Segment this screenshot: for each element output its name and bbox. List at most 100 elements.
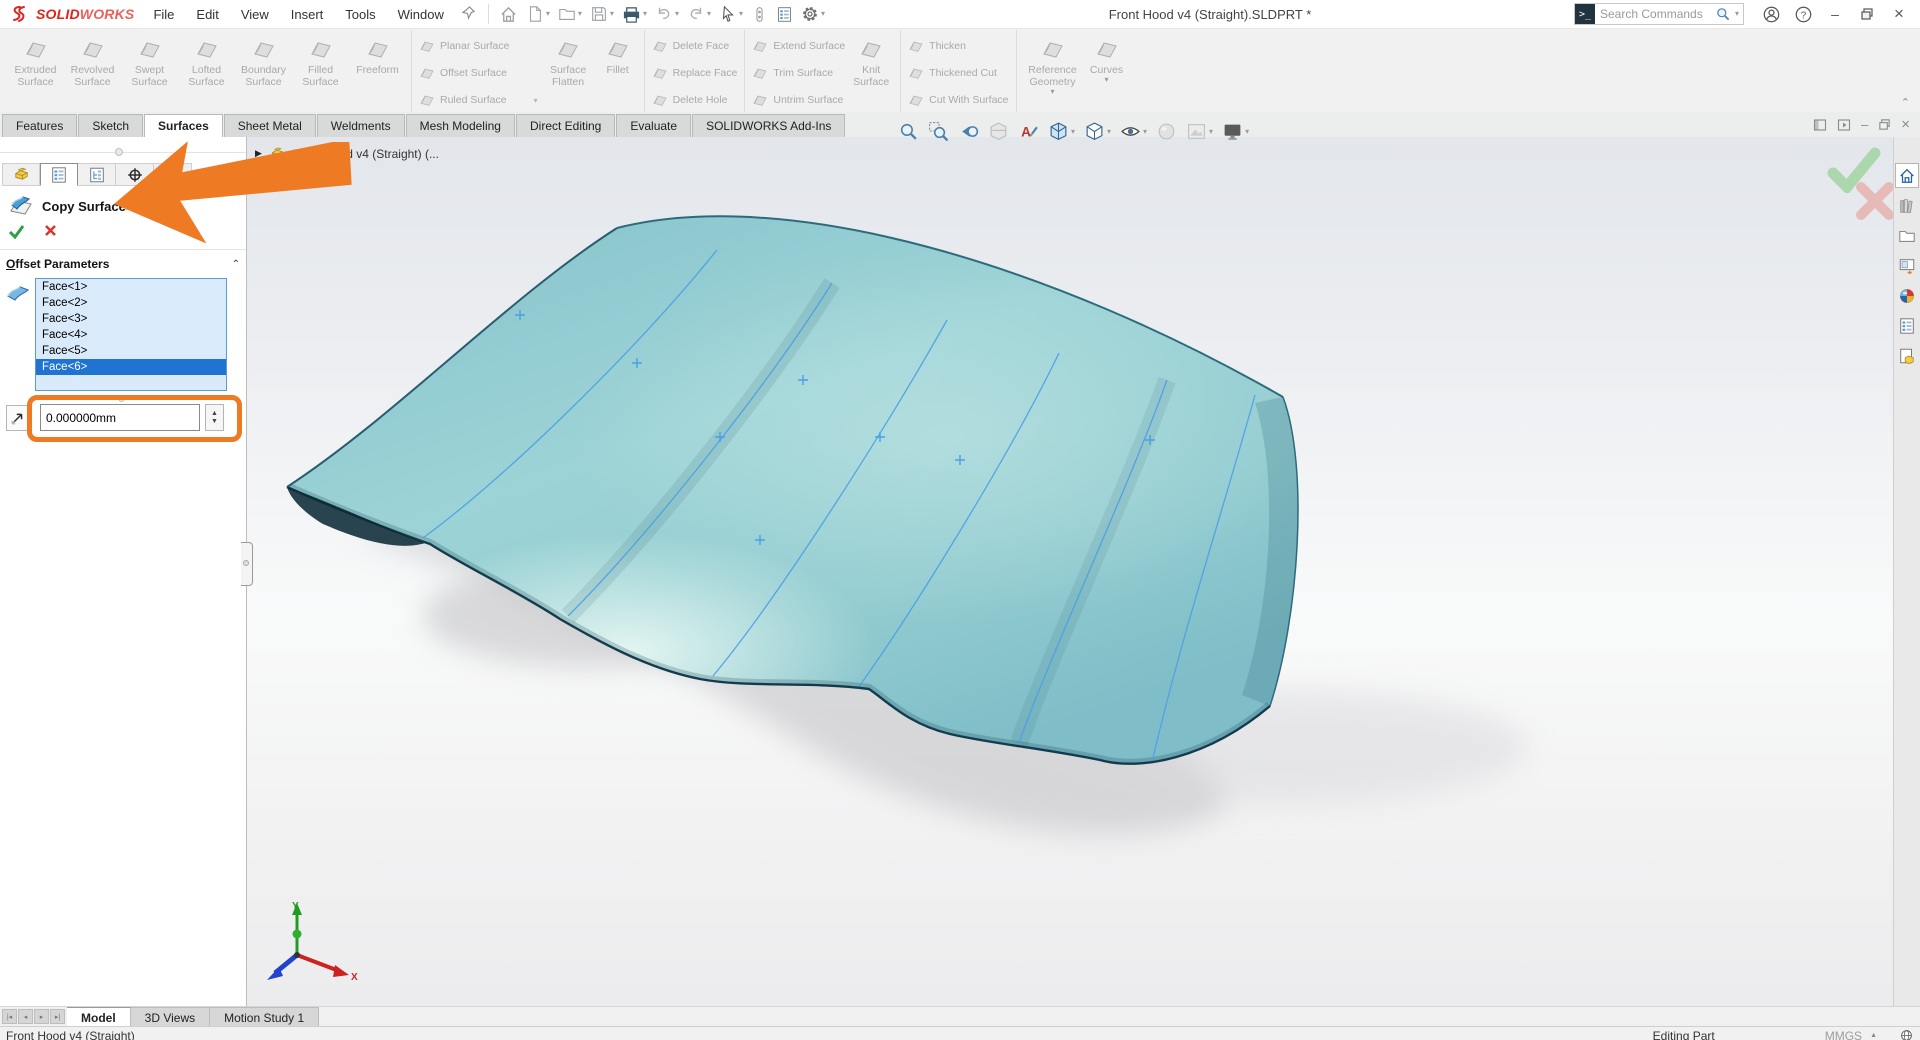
tab-solidworks-addins[interactable]: SOLIDWORKS Add-Ins	[692, 114, 845, 137]
save-button[interactable]: ▾	[586, 3, 618, 25]
cut-with-surface-button[interactable]: Cut With Surface	[908, 89, 1008, 111]
file-explorer-icon[interactable]	[1895, 223, 1919, 248]
planar-surface-button[interactable]: Planar Surface	[419, 35, 538, 57]
section-view-button[interactable]	[985, 119, 1012, 144]
menu-tools[interactable]: Tools	[334, 7, 386, 22]
zoom-to-fit-button[interactable]	[895, 119, 922, 144]
fillet-button[interactable]: Fillet	[597, 32, 639, 76]
motion-study-tab[interactable]: Motion Study 1	[210, 1007, 319, 1026]
graphics-area[interactable]: ▶ Front Hood v4 (Straight) (... Y X	[247, 137, 1893, 1006]
offset-surface-button[interactable]: Offset Surface	[419, 62, 538, 84]
menu-file[interactable]: File	[142, 7, 185, 22]
extend-surface-button[interactable]: Extend Surface	[752, 35, 845, 57]
breadcrumb[interactable]: ▶ Front Hood v4 (Straight) (...	[255, 145, 439, 162]
tab-evaluate[interactable]: Evaluate	[616, 114, 691, 137]
panel-width-grip[interactable]	[241, 542, 253, 586]
tab-scroll-next-icon[interactable]: ▸	[34, 1009, 49, 1024]
panel-splitter-handle[interactable]	[115, 148, 123, 156]
offset-parameters-header[interactable]: Offset Parameters ⌃	[6, 257, 240, 271]
annotation-views-button[interactable]	[1015, 119, 1042, 144]
configuration-manager-tab[interactable]	[78, 163, 116, 186]
curves-button[interactable]: Curves▾	[1084, 32, 1130, 84]
restore-button[interactable]	[1852, 2, 1882, 26]
tab-weldments[interactable]: Weldments	[317, 114, 405, 137]
replace-face-button[interactable]: Replace Face	[652, 62, 738, 84]
face-selection-list[interactable]: Face<1> Face<2> Face<3> Face<4> Face<5> …	[35, 278, 227, 391]
tab-scroll-last-icon[interactable]: ▸|	[50, 1009, 65, 1024]
new-document-button[interactable]: ▾	[522, 3, 554, 25]
pane-layout-icon[interactable]	[1813, 118, 1827, 132]
tab-mesh-modeling[interactable]: Mesh Modeling	[406, 114, 515, 137]
ok-check-button[interactable]	[8, 223, 25, 239]
display-manager-tab[interactable]	[154, 163, 192, 186]
face-list-item[interactable]: Face<2>	[36, 295, 226, 311]
list-resize-handle[interactable]	[118, 395, 125, 402]
tab-sheet-metal[interactable]: Sheet Metal	[224, 114, 316, 137]
boundary-surface-button[interactable]: Boundary Surface	[235, 32, 292, 88]
panel-flyout-icon[interactable]: ▶	[237, 167, 244, 178]
tab-sketch[interactable]: Sketch	[78, 114, 143, 137]
help-button[interactable]	[1788, 2, 1818, 26]
knit-surface-button[interactable]: Knit Surface	[847, 32, 895, 88]
zoom-to-area-button[interactable]	[925, 119, 952, 144]
home-button[interactable]	[495, 3, 522, 26]
ribbon-collapse-icon[interactable]: ⌃	[1901, 98, 1910, 108]
hide-show-items-button[interactable]: ▾	[1117, 119, 1150, 144]
face-list-item-selected[interactable]: Face<6>	[36, 359, 226, 375]
undo-button[interactable]: ▾	[651, 3, 683, 25]
redo-button[interactable]: ▾	[683, 3, 715, 25]
offset-distance-stepper[interactable]: ▲▼	[205, 404, 224, 431]
freeform-button[interactable]: Freeform	[349, 32, 406, 76]
lofted-surface-button[interactable]: Lofted Surface	[178, 32, 235, 88]
face-list-item[interactable]: Face<5>	[36, 343, 226, 359]
feature-manager-tab[interactable]	[2, 163, 40, 186]
open-button[interactable]: ▾	[554, 3, 586, 25]
pin-menu-icon[interactable]	[461, 5, 476, 23]
face-list-item[interactable]: Face<4>	[36, 327, 226, 343]
menu-insert[interactable]: Insert	[280, 7, 335, 22]
menu-edit[interactable]: Edit	[185, 7, 229, 22]
extruded-surface-button[interactable]: Extruded Surface	[7, 32, 64, 88]
appearances-icon[interactable]	[1895, 283, 1919, 308]
thickened-cut-button[interactable]: Thickened Cut	[908, 62, 1008, 84]
document-preview-icon[interactable]	[1895, 343, 1919, 368]
search-icon[interactable]	[1715, 6, 1731, 22]
flip-offset-direction-button[interactable]	[6, 405, 30, 431]
pane-expand-icon[interactable]	[1837, 118, 1851, 132]
face-list-item[interactable]: Face<3>	[36, 311, 226, 327]
surface-flatten-button[interactable]: Surface Flatten	[540, 32, 597, 88]
options-gear-button[interactable]: ▾	[797, 3, 829, 25]
face-list-item[interactable]: Face<1>	[36, 279, 226, 295]
cancel-x-button[interactable]	[43, 223, 58, 238]
search-input[interactable]	[1595, 7, 1715, 21]
status-globe-icon[interactable]	[1899, 1028, 1914, 1040]
curves-dropdown-icon[interactable]: ▾	[1105, 76, 1109, 84]
display-style-button[interactable]: ▾	[1081, 119, 1114, 144]
view-palette-icon[interactable]	[1895, 253, 1919, 278]
doc-minimize-icon[interactable]: –	[1861, 117, 1868, 132]
tab-features[interactable]: Features	[2, 114, 77, 137]
units-dropdown-icon[interactable]: ▲	[1870, 1032, 1877, 1039]
minimize-button[interactable]: –	[1820, 2, 1850, 26]
untrim-surface-button[interactable]: Untrim Surface	[752, 89, 845, 111]
search-commands-box[interactable]: >_ ▾	[1574, 3, 1744, 25]
task-pane-options-icon[interactable]	[772, 4, 797, 25]
doc-close-icon[interactable]: ×	[1901, 116, 1910, 133]
trim-surface-button[interactable]: Trim Surface	[752, 62, 845, 84]
custom-properties-icon[interactable]	[1895, 313, 1919, 338]
home-icon[interactable]	[1895, 163, 1919, 188]
ruled-surface-button[interactable]: Ruled Surface▾	[419, 89, 538, 111]
reference-geometry-dropdown-icon[interactable]: ▾	[1051, 88, 1055, 96]
stepper-up-icon[interactable]: ▲	[211, 410, 218, 418]
delete-hole-button[interactable]: Delete Hole	[652, 89, 738, 111]
collapse-section-icon[interactable]: ⌃	[232, 259, 240, 270]
edit-appearance-button[interactable]	[1153, 119, 1180, 144]
design-library-icon[interactable]	[1895, 193, 1919, 218]
filled-surface-button[interactable]: Filled Surface	[292, 32, 349, 88]
reference-geometry-button[interactable]: Reference Geometry▾	[1022, 32, 1084, 96]
offset-distance-input[interactable]	[40, 404, 200, 431]
dimxpert-manager-tab[interactable]	[116, 163, 154, 186]
tab-scroll-first-icon[interactable]: |◂	[2, 1009, 17, 1024]
print-button[interactable]: ▾	[618, 3, 651, 26]
selection-filter-icon[interactable]	[747, 4, 772, 25]
